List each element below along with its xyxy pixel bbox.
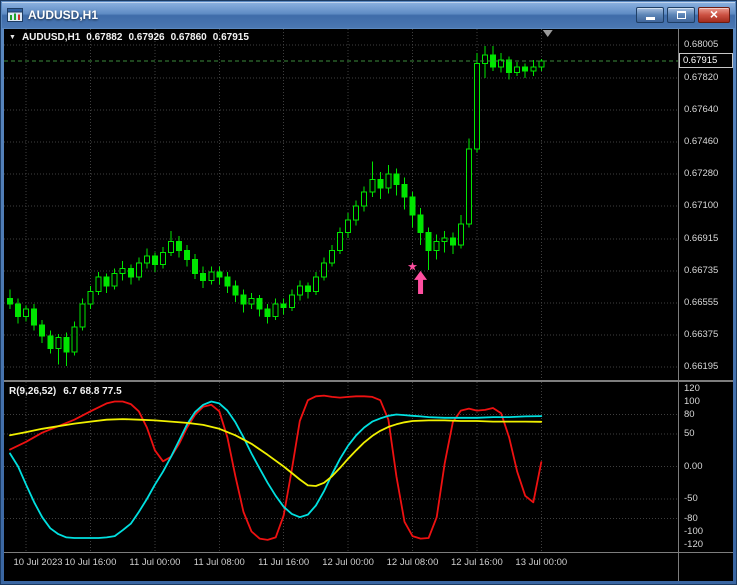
indicator-tick-label: -80 [684, 512, 698, 524]
grid-lines [4, 29, 678, 551]
chart-window: AUDUSD,H1 × ★ ▼ AUDUSD,H1 0.67882 0.6792… [0, 0, 737, 585]
chart-canvas[interactable]: ★ [4, 29, 678, 581]
quote-open: 0.67882 [86, 32, 123, 43]
indicator-values: 6.7 68.8 77.5 [63, 386, 122, 397]
collapse-arrow-icon[interactable]: ▼ [9, 34, 16, 41]
time-axis-label: 12 Jul 16:00 [451, 557, 503, 568]
indicator-tick-label: 120 [684, 382, 700, 394]
time-axis-label: 13 Jul 00:00 [515, 557, 568, 568]
minimize-button[interactable] [636, 7, 664, 23]
quote-symbol: AUDUSD,H1 [21, 32, 81, 43]
time-axis-label: 10 Jul 16:00 [64, 557, 117, 568]
window-title: AUDUSD,H1 [28, 8, 99, 22]
indicator-lines [9, 394, 543, 541]
indicator-tick-label: 80 [684, 408, 695, 420]
restore-icon [676, 11, 686, 19]
axis-separator [4, 552, 733, 553]
buy-signal-arrow-icon[interactable] [414, 270, 428, 295]
window-titlebar[interactable]: AUDUSD,H1 × [2, 2, 735, 28]
pane-separator[interactable] [4, 380, 733, 382]
quote-low: 0.67860 [170, 32, 207, 43]
indicator-label: R(9,26,52) 6.7 68.8 77.5 [9, 386, 122, 397]
indicator-tick-label: 100 [684, 395, 700, 407]
current-price-box: 0.67915 [679, 53, 733, 68]
chart-client-area: ★ ▼ AUDUSD,H1 0.67882 0.67926 0.67860 0.… [4, 29, 733, 581]
time-axis-label: 11 Jul 00:00 [129, 557, 181, 568]
indicator-tick-label: -50 [684, 493, 698, 504]
quote-high: 0.67926 [128, 32, 165, 43]
restore-button[interactable] [667, 7, 695, 23]
buy-signal-star-icon[interactable]: ★ [407, 259, 418, 273]
time-axis-label: 12 Jul 08:00 [386, 557, 439, 568]
close-button[interactable]: × [698, 7, 730, 23]
time-axis-label: 11 Jul 16:00 [258, 557, 310, 568]
indicator-name: R(9,26,52) [9, 386, 57, 397]
minimize-icon [645, 17, 655, 20]
quote-close: 0.67915 [212, 32, 249, 43]
indicator-tick-label: 50 [684, 428, 695, 439]
chart-shift-icon[interactable] [542, 30, 553, 37]
chart-window-icon [7, 7, 23, 23]
time-axis-label: 12 Jul 00:00 [322, 557, 374, 568]
indicator-line-slow-yellow [9, 418, 543, 487]
time-axis[interactable]: 10 Jul 2023 10 Jul 16:00 11 Jul 00:00 11 Ju… [4, 557, 678, 577]
close-icon: × [709, 6, 719, 22]
scale-separator [678, 29, 679, 581]
indicator-tick-label: 0.00 [684, 460, 703, 472]
window-controls: × [636, 7, 730, 23]
quote-header: ▼ AUDUSD,H1 0.67882 0.67926 0.67860 0.67… [9, 32, 249, 43]
indicator-scale[interactable]: 120 100 80 50 0.00 -50 -80 -100 -120 [680, 29, 733, 581]
time-axis-label: 11 Jul 08:00 [193, 557, 245, 568]
indicator-tick-label: -100 [684, 525, 704, 537]
indicator-tick-label: -120 [684, 538, 704, 550]
